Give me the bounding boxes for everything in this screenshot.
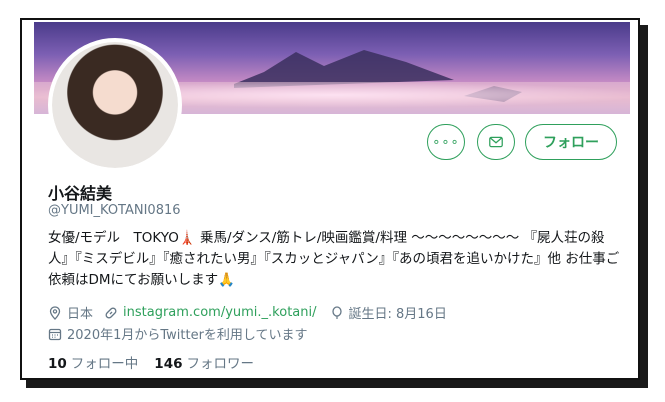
- more-options-button[interactable]: ∘∘∘: [427, 124, 465, 160]
- joined-text: 2020年1月からTwitterを利用しています: [67, 328, 308, 343]
- joined-row: 2020年1月からTwitterを利用しています: [48, 324, 308, 343]
- profile-card: ∘∘∘ フォロー 小谷結美 @YUMI_KOTANI0816 女優/モデル TO…: [20, 18, 640, 380]
- user-handle: @YUMI_KOTANI0816: [48, 203, 181, 218]
- link-icon: [104, 306, 118, 320]
- following-label: フォロー中: [70, 356, 139, 372]
- location-text: 日本: [67, 307, 94, 322]
- followers-count: 146: [154, 356, 183, 372]
- following-link[interactable]: 10 フォロー中: [48, 352, 138, 372]
- profile-bio: 女優/モデル TOKYO🗼 乗馬/ダンス/筋トレ/映画鑑賞/料理 〜〜〜〜〜〜〜…: [48, 230, 620, 288]
- followers-label: フォロワー: [186, 356, 254, 372]
- follow-button[interactable]: フォロー: [525, 124, 617, 160]
- location-pin-icon: [48, 305, 62, 320]
- more-icon: ∘∘∘: [432, 134, 460, 150]
- website-link[interactable]: instagram.com/yumi._.kotani/: [123, 305, 316, 320]
- followers-link[interactable]: 146 フォロワー: [154, 352, 254, 372]
- message-button[interactable]: [477, 124, 515, 160]
- mail-icon: [489, 135, 503, 149]
- following-count: 10: [48, 356, 67, 372]
- birthday-text: 誕生日: 8月16日: [348, 307, 447, 322]
- display-name: 小谷結美: [48, 184, 113, 203]
- profile-stats: 10 フォロー中 146 フォロワー: [48, 352, 254, 372]
- balloon-icon: [330, 305, 344, 320]
- calendar-icon: [48, 327, 62, 341]
- profile-avatar[interactable]: [48, 38, 182, 172]
- profile-meta-row: 日本 instagram.com/yumi._.kotani/ 誕生日: 8月1…: [48, 303, 447, 322]
